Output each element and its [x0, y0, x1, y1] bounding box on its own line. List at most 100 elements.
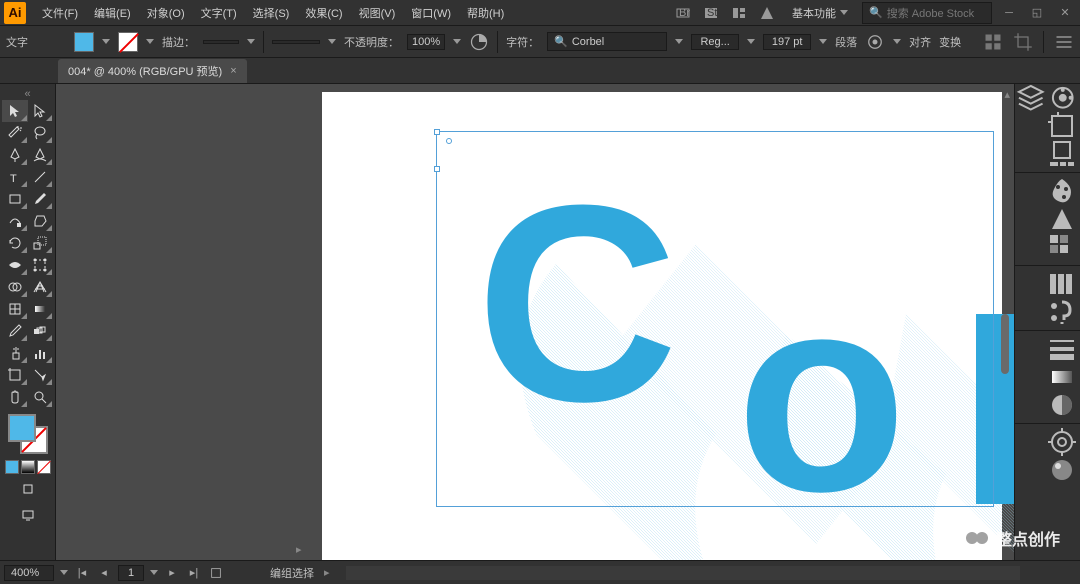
- direct-selection-tool[interactable]: [28, 100, 54, 122]
- pen-tool[interactable]: [2, 144, 28, 166]
- workspace-selector[interactable]: 基本功能: [784, 3, 856, 23]
- next-artboard-button[interactable]: ▸: [164, 565, 180, 581]
- last-artboard-button[interactable]: ▸|: [186, 565, 202, 581]
- font-family-input[interactable]: 🔍Corbel: [547, 32, 667, 51]
- fill-color-icon[interactable]: [8, 414, 36, 442]
- opacity-input[interactable]: 100%: [407, 34, 445, 50]
- bridge-icon[interactable]: Br: [672, 4, 694, 22]
- panel-menu-icon[interactable]: [1054, 32, 1074, 52]
- gradient-tool[interactable]: [28, 298, 54, 320]
- menu-window[interactable]: 窗口(W): [403, 5, 459, 21]
- type-tool[interactable]: T: [2, 166, 28, 188]
- font-style-input[interactable]: Reg...: [691, 34, 739, 50]
- gpu-icon[interactable]: [756, 4, 778, 22]
- swatches-panel-icon[interactable]: [1046, 233, 1078, 261]
- selection-handle[interactable]: [434, 166, 440, 172]
- search-stock-input[interactable]: 🔍搜索 Adobe Stock: [862, 2, 992, 24]
- selection-bounding-box[interactable]: [436, 131, 994, 507]
- gradient-panel-icon[interactable]: [1046, 363, 1078, 391]
- color-panel-icon[interactable]: [1046, 177, 1078, 205]
- color-guide-icon[interactable]: [1046, 205, 1078, 233]
- width-tool[interactable]: [2, 254, 28, 276]
- screen-mode-icon[interactable]: [15, 504, 41, 526]
- transparency-panel-icon[interactable]: [1046, 391, 1078, 419]
- free-transform-tool[interactable]: [28, 254, 54, 276]
- draw-mode-icon[interactable]: [15, 478, 41, 500]
- status-menu-icon[interactable]: ▸: [324, 566, 330, 579]
- curvature-tool[interactable]: [28, 144, 54, 166]
- zoom-input[interactable]: 400%: [4, 565, 54, 581]
- stroke-weight-input[interactable]: [203, 40, 239, 44]
- layers-panel-icon[interactable]: [1015, 84, 1047, 112]
- blend-tool[interactable]: [28, 320, 54, 342]
- recolor-icon[interactable]: [469, 32, 489, 52]
- eraser-tool[interactable]: [28, 210, 54, 232]
- first-artboard-button[interactable]: |◂: [74, 565, 90, 581]
- window-minimize-button[interactable]: ─: [998, 4, 1020, 22]
- brushes-panel-icon[interactable]: [1046, 270, 1078, 298]
- brush-def-input[interactable]: [272, 40, 320, 44]
- document-tab[interactable]: 004* @ 400% (RGB/GPU 预览) ×: [58, 59, 247, 83]
- color-mode-icon[interactable]: [5, 460, 19, 474]
- slice-tool[interactable]: [28, 364, 54, 386]
- close-icon[interactable]: ×: [230, 65, 236, 77]
- menu-effect[interactable]: 效果(C): [297, 5, 350, 21]
- graph-tool[interactable]: [28, 342, 54, 364]
- scale-tool[interactable]: [28, 232, 54, 254]
- prev-artboard-button[interactable]: ◂: [96, 565, 112, 581]
- window-close-button[interactable]: ✕: [1054, 4, 1076, 22]
- gradient-mode-icon[interactable]: [21, 460, 35, 474]
- menu-type[interactable]: 文字(T): [193, 5, 245, 21]
- font-size-input[interactable]: 197 pt: [763, 34, 811, 50]
- stock-icon[interactable]: St: [700, 4, 722, 22]
- vertical-scrollbar[interactable]: [998, 84, 1012, 560]
- expand-icon[interactable]: ▸: [296, 543, 302, 556]
- selection-tool[interactable]: [2, 100, 28, 122]
- fill-stroke-indicator[interactable]: [8, 414, 48, 454]
- menu-help[interactable]: 帮助(H): [459, 5, 512, 21]
- paintbrush-tool[interactable]: [28, 188, 54, 210]
- artboard-nav-icon[interactable]: [208, 565, 224, 581]
- symbol-sprayer-tool[interactable]: [2, 342, 28, 364]
- mesh-tool[interactable]: [2, 298, 28, 320]
- shape-builder-tool[interactable]: [2, 276, 28, 298]
- artboards-panel-icon[interactable]: [1046, 112, 1078, 140]
- stroke-swatch[interactable]: [118, 32, 138, 52]
- libraries-panel-icon[interactable]: [1047, 84, 1079, 112]
- horizontal-scrollbar[interactable]: [346, 566, 1020, 580]
- crop-icon[interactable]: [1013, 32, 1033, 52]
- stroke-panel-icon[interactable]: [1046, 335, 1078, 363]
- graphic-styles-icon[interactable]: [1046, 456, 1078, 484]
- eyedropper-tool[interactable]: [2, 320, 28, 342]
- magic-wand-tool[interactable]: [2, 122, 28, 144]
- anchor-point[interactable]: [446, 138, 452, 144]
- paragraph-label[interactable]: 段落: [835, 34, 857, 50]
- menu-object[interactable]: 对象(O): [139, 5, 193, 21]
- selection-handle[interactable]: [434, 129, 440, 135]
- asset-export-icon[interactable]: [1046, 140, 1078, 168]
- transform-label[interactable]: 变换: [939, 34, 961, 50]
- appearance-panel-icon[interactable]: [1046, 428, 1078, 456]
- perspective-grid-tool[interactable]: [28, 276, 54, 298]
- lasso-tool[interactable]: [28, 122, 54, 144]
- rotate-tool[interactable]: [2, 232, 28, 254]
- isolate-icon[interactable]: [983, 32, 1003, 52]
- zoom-tool[interactable]: [28, 386, 54, 408]
- artboard-tool[interactable]: [2, 364, 28, 386]
- fill-swatch[interactable]: [74, 32, 94, 52]
- artboard-number-input[interactable]: 1: [118, 565, 144, 581]
- align-label[interactable]: 对齐: [909, 34, 931, 50]
- arrange-icon[interactable]: [728, 4, 750, 22]
- menu-view[interactable]: 视图(V): [351, 5, 404, 21]
- line-tool[interactable]: [28, 166, 54, 188]
- menu-file[interactable]: 文件(F): [34, 5, 86, 21]
- hand-tool[interactable]: [2, 386, 28, 408]
- canvas-area[interactable]: C o ▴ ▸: [56, 84, 1014, 560]
- window-restore-button[interactable]: ◱: [1026, 4, 1048, 22]
- shaper-tool[interactable]: [2, 210, 28, 232]
- rectangle-tool[interactable]: [2, 188, 28, 210]
- scrollbar-thumb[interactable]: [1001, 314, 1009, 374]
- toolbox-collapse-icon[interactable]: «: [2, 88, 53, 98]
- align-panel-icon[interactable]: [865, 32, 885, 52]
- menu-edit[interactable]: 编辑(E): [86, 5, 139, 21]
